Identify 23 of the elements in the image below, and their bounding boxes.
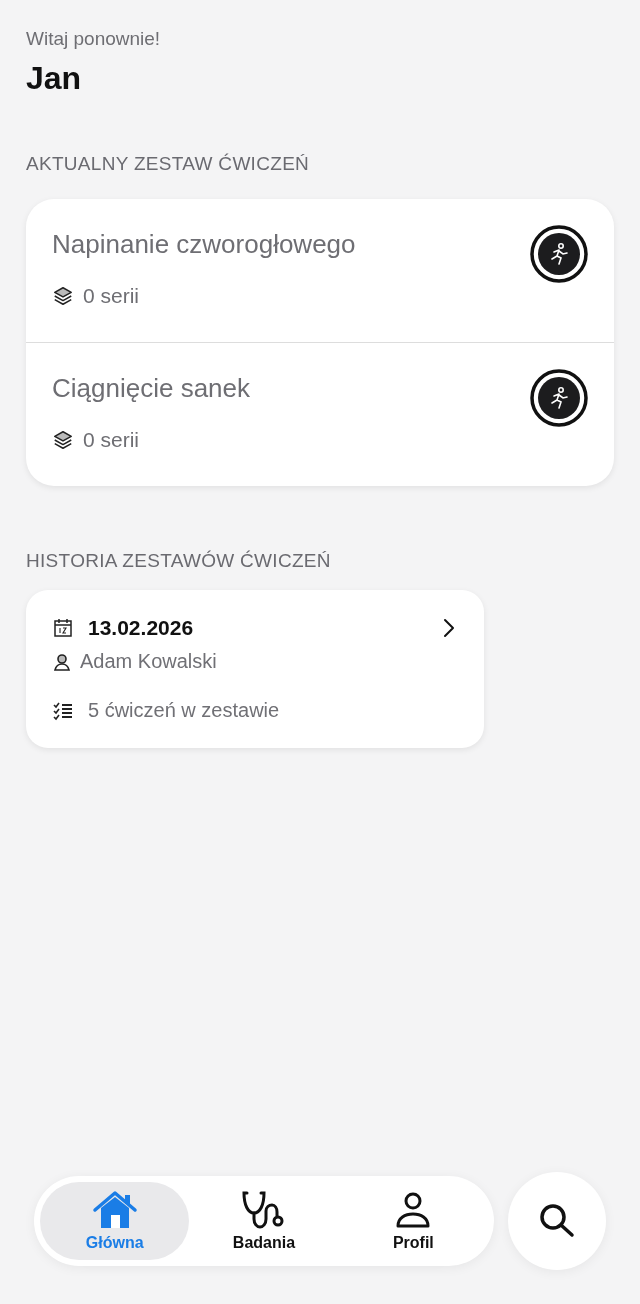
layers-icon: [52, 429, 74, 451]
tab[interactable]: Profil: [338, 1182, 488, 1260]
exercise-count: 5 ćwiczeń w zestawie: [88, 699, 280, 722]
runner-icon: [530, 369, 588, 427]
person-icon: [52, 651, 72, 672]
series-count: 0 serii: [83, 428, 140, 452]
history-card[interactable]: 13.02.2026 Adam Kowalski 5 ćwiczeń w zestawie: [26, 590, 484, 748]
exercise-name: Napinanie czworogłowego: [52, 229, 356, 260]
calendar-icon: [52, 617, 74, 639]
section-heading: HISTORIA ZESTAWÓW ĆWICZEŃ: [26, 550, 332, 572]
home-icon: [91, 1190, 138, 1230]
series-count: 0 serii: [83, 284, 140, 308]
tab[interactable]: Badania: [189, 1182, 339, 1260]
set-date: 13.02.2026: [88, 616, 195, 640]
exercise-name: Ciągnięcie sanek: [52, 373, 250, 404]
chevron-right-icon[interactable]: [442, 618, 456, 638]
runner-icon: [530, 225, 588, 283]
user-name: Jan: [26, 60, 83, 97]
greeting-text: Witaj ponownie!: [26, 28, 162, 50]
layers-icon: [52, 285, 74, 307]
section-heading: AKTUALNY ZESTAW ĆWICZEŃ: [26, 153, 311, 175]
person-name: Adam Kowalski: [80, 650, 217, 673]
checklist-icon: [52, 700, 74, 721]
